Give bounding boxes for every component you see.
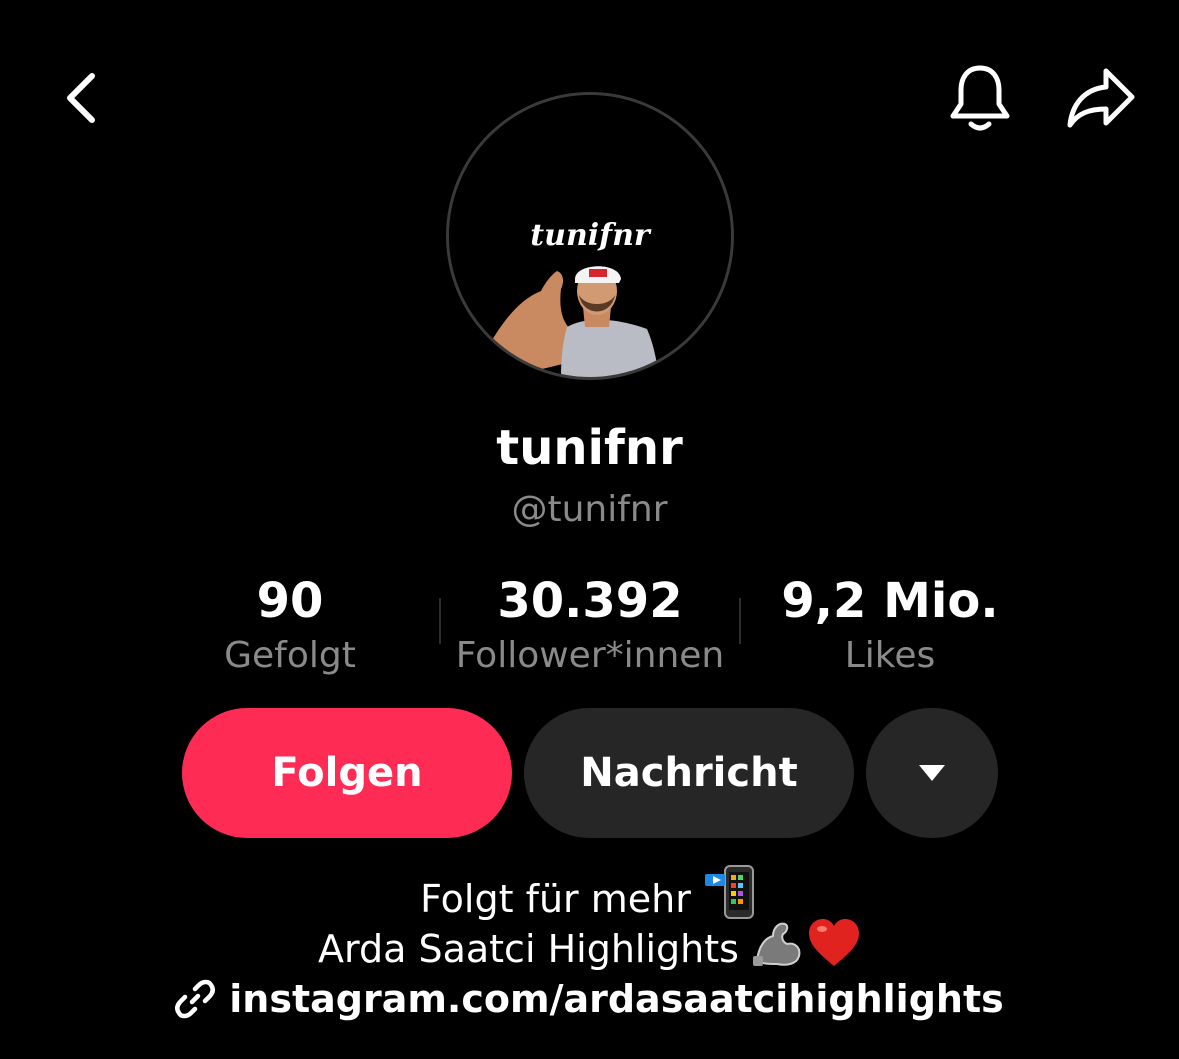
follow-button[interactable]: Folgen [182, 708, 512, 838]
bio-link-text[interactable]: instagram.com/ardasaatcihighlights [229, 972, 1004, 1026]
stat-divider [739, 598, 741, 644]
username-handle: @tunifnr [511, 489, 668, 530]
chevron-left-icon [67, 73, 95, 123]
caret-down-icon [919, 765, 945, 781]
back-button[interactable] [44, 60, 120, 136]
avatar-caption: tunifnr [530, 218, 652, 253]
more-options-button[interactable] [866, 708, 998, 838]
followers-count: 30.392 [497, 573, 683, 629]
avatar-photo: tunifnr [449, 95, 731, 377]
profile-avatar[interactable]: tunifnr [446, 92, 734, 380]
bio-line-2-text: Arda Saatci Highlights [318, 927, 739, 971]
likes-count: 9,2 Mio. [781, 573, 999, 629]
message-button[interactable]: Nachricht [524, 708, 854, 838]
following-count: 90 [256, 573, 324, 629]
following-label: Gefolgt [224, 635, 356, 676]
bio-link[interactable]: instagram.com/ardasaatcihighlights [0, 972, 1179, 1026]
share-button[interactable] [1058, 58, 1144, 138]
stat-following[interactable]: 90 Gefolgt [190, 572, 390, 682]
link-icon [175, 979, 216, 1019]
followers-label: Follower*innen [455, 635, 725, 676]
stat-likes[interactable]: 9,2 Mio. Likes [770, 572, 1010, 682]
bio-line-1-text: Folgt für mehr [420, 877, 691, 921]
likes-label: Likes [844, 635, 936, 676]
share-arrow-icon [1067, 68, 1135, 128]
bell-icon [950, 65, 1010, 131]
display-name: tunifnr [496, 420, 683, 476]
stat-followers[interactable]: 30.392 Follower*innen [440, 572, 740, 682]
notifications-bell-button[interactable] [940, 58, 1020, 138]
